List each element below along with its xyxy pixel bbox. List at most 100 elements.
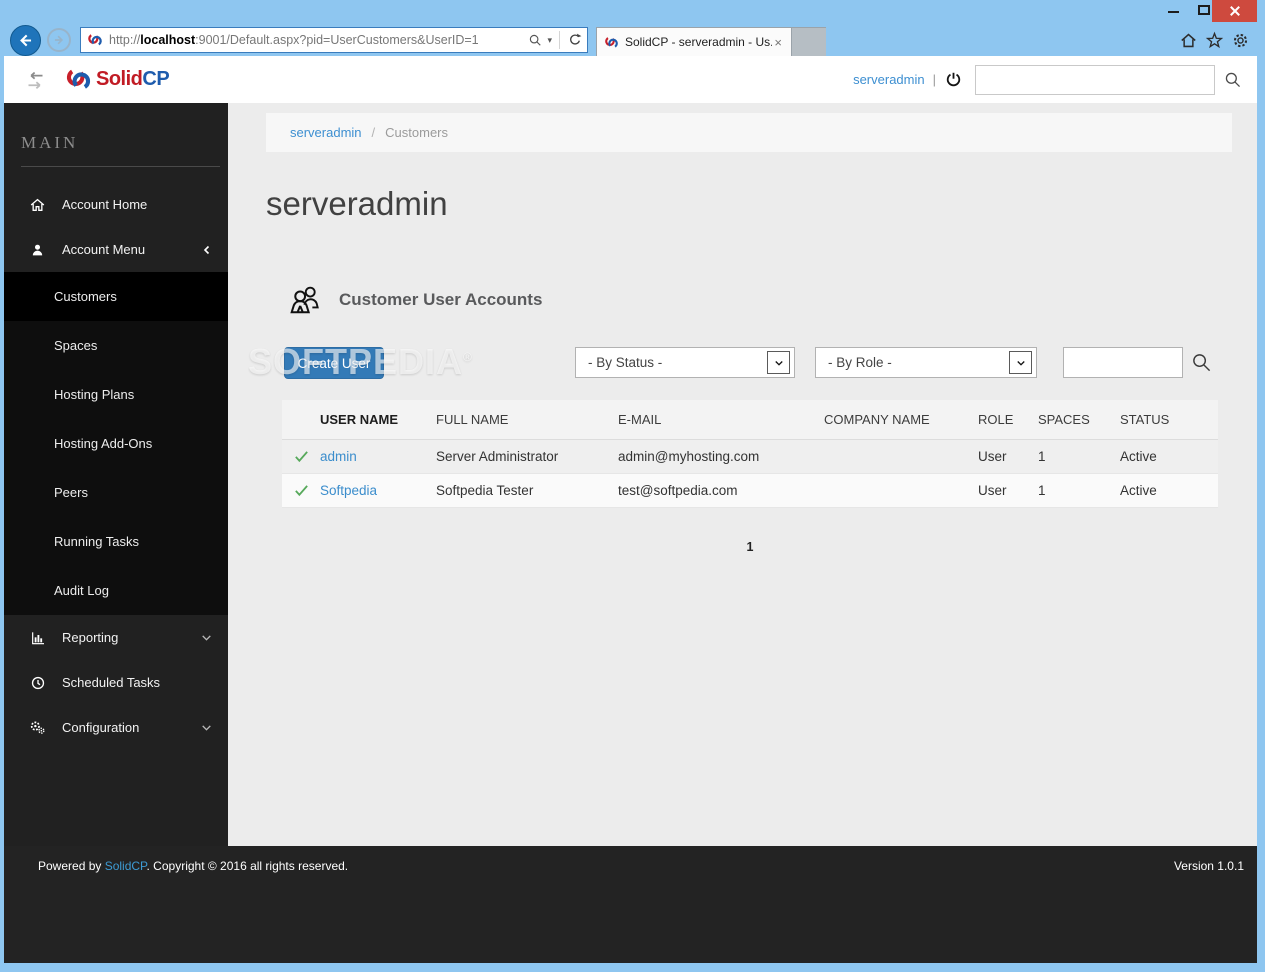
urlbar-divider [559,31,560,49]
search-icon [1191,352,1212,373]
column-header-email[interactable]: E-MAIL [618,412,824,427]
sidebar-item-account-home[interactable]: Account Home [4,182,228,227]
sidebar-item-audit-log[interactable]: Audit Log [4,566,228,615]
select-arrow-icon [767,351,790,374]
tab-close-icon[interactable]: × [772,35,784,50]
chevron-down-icon [200,721,213,734]
cell-full-name: Server Administrator [436,449,618,464]
column-header-full-name[interactable]: FULL NAME [436,412,618,427]
breadcrumb-separator: / [372,125,376,140]
section-title: Customer User Accounts [339,290,542,310]
back-button[interactable] [10,25,41,56]
cell-role: User [978,449,1038,464]
new-tab-button[interactable] [792,27,826,56]
cell-status: Active [1120,449,1218,464]
submenu-label: Running Tasks [54,534,139,549]
forward-arrow-icon [52,33,66,47]
solidcp-footer-link[interactable]: SolidCP [105,859,147,873]
cell-spaces: 1 [1038,483,1120,498]
sidebar-item-running-tasks[interactable]: Running Tasks [4,517,228,566]
submenu-label: Customers [54,289,117,304]
create-user-button[interactable]: Create User [284,347,384,379]
chevron-down-icon [200,631,213,644]
sidebar-item-customers[interactable]: Customers [4,272,228,321]
gears-icon [29,719,46,736]
sidebar-item-configuration[interactable]: Configuration [4,705,228,750]
browser-viewport: SolidCP serveradmin | MAIN Account Home [4,56,1257,963]
search-dropdown-caret-icon[interactable]: ▾ [547,35,552,46]
account-submenu: Customers Spaces Hosting Plans Hosting A… [4,272,228,615]
chevron-left-icon [201,243,213,257]
sidebar-item-peers[interactable]: Peers [4,468,228,517]
star-icon [1205,31,1224,50]
site-favicon [87,32,103,48]
user-link[interactable]: Softpedia [320,483,377,498]
table-row: admin Server Administrator admin@myhosti… [282,440,1218,474]
status-filter-select[interactable]: - By Status - [575,347,795,378]
role-filter-select[interactable]: - By Role - [815,347,1037,378]
minimize-button[interactable] [1168,11,1179,13]
header-search-input[interactable] [975,65,1215,95]
bar-chart-icon [29,630,46,646]
tab-title: SolidCP - serveradmin - Us... [625,35,772,49]
users-table: USER NAME FULL NAME E-MAIL COMPANY NAME … [282,400,1218,508]
search-icon [1224,71,1242,89]
header-search-button[interactable] [1224,71,1242,89]
home-button[interactable] [1179,31,1198,50]
column-header-role[interactable]: ROLE [978,412,1038,427]
sidebar-item-spaces[interactable]: Spaces [4,321,228,370]
breadcrumb-current: Customers [385,125,448,140]
search-icon[interactable] [528,33,543,48]
status-filter-value: - By Status - [588,355,662,370]
sidebar-item-label: Scheduled Tasks [62,675,160,690]
toolbar: Create User - By Status - - By Role - [228,347,1257,379]
user-link[interactable]: admin [320,449,357,464]
sidebar-divider [21,166,220,167]
url-text: http://localhost:9001/Default.aspx?pid=U… [109,33,528,47]
home-icon [1179,31,1198,50]
table-search-input[interactable] [1063,347,1183,378]
sidebar-item-hosting-plans[interactable]: Hosting Plans [4,370,228,419]
favorites-button[interactable] [1205,31,1224,50]
cell-email: test@softpedia.com [618,483,824,498]
sidebar-item-label: Account Home [62,197,147,212]
sidebar-item-scheduled-tasks[interactable]: Scheduled Tasks [4,660,228,705]
cell-user-name: Softpedia [320,483,436,498]
table-search-button[interactable] [1191,352,1212,373]
table-header-row: USER NAME FULL NAME E-MAIL COMPANY NAME … [282,400,1218,440]
close-button[interactable] [1212,0,1257,22]
column-header-spaces[interactable]: SPACES [1038,412,1120,427]
user-account-link[interactable]: serveradmin [853,72,925,87]
browser-tab[interactable]: SolidCP - serveradmin - Us... × [596,27,792,56]
sidebar-toggle-button[interactable] [25,71,46,89]
column-header-company-name[interactable]: COMPANY NAME [824,412,978,427]
logo-wordmark: SolidCP [96,68,169,91]
pagination-page-1[interactable]: 1 [282,540,1218,554]
cell-full-name: Softpedia Tester [436,483,618,498]
address-bar[interactable]: http://localhost:9001/Default.aspx?pid=U… [80,27,588,53]
back-arrow-icon [16,31,35,50]
maximize-button[interactable] [1198,5,1210,15]
column-header-status[interactable]: STATUS [1120,412,1218,427]
column-header-user-name[interactable]: USER NAME [320,412,436,427]
sidebar-item-hosting-add-ons[interactable]: Hosting Add-Ons [4,419,228,468]
sidebar-item-label: Account Menu [62,242,145,257]
customer-users-icon [288,283,324,316]
sidebar-item-account-menu[interactable]: Account Menu [4,227,228,272]
forward-button[interactable] [47,28,71,52]
header-separator: | [933,72,936,87]
solidcp-logo[interactable]: SolidCP [65,66,169,93]
browser-titlebar [0,0,1265,24]
version-text: Version 1.0.1 [1174,859,1244,873]
breadcrumb-parent-link[interactable]: serveradmin [290,125,362,140]
sidebar-item-label: Configuration [62,720,139,735]
submenu-label: Audit Log [54,583,109,598]
logout-button[interactable] [944,70,963,89]
settings-button[interactable] [1231,31,1250,50]
refresh-icon[interactable] [567,32,583,48]
active-check-icon [282,482,320,499]
swap-arrows-icon [25,71,46,89]
sidebar-item-reporting[interactable]: Reporting [4,615,228,660]
gear-icon [1231,31,1250,50]
select-arrow-icon [1009,351,1032,374]
